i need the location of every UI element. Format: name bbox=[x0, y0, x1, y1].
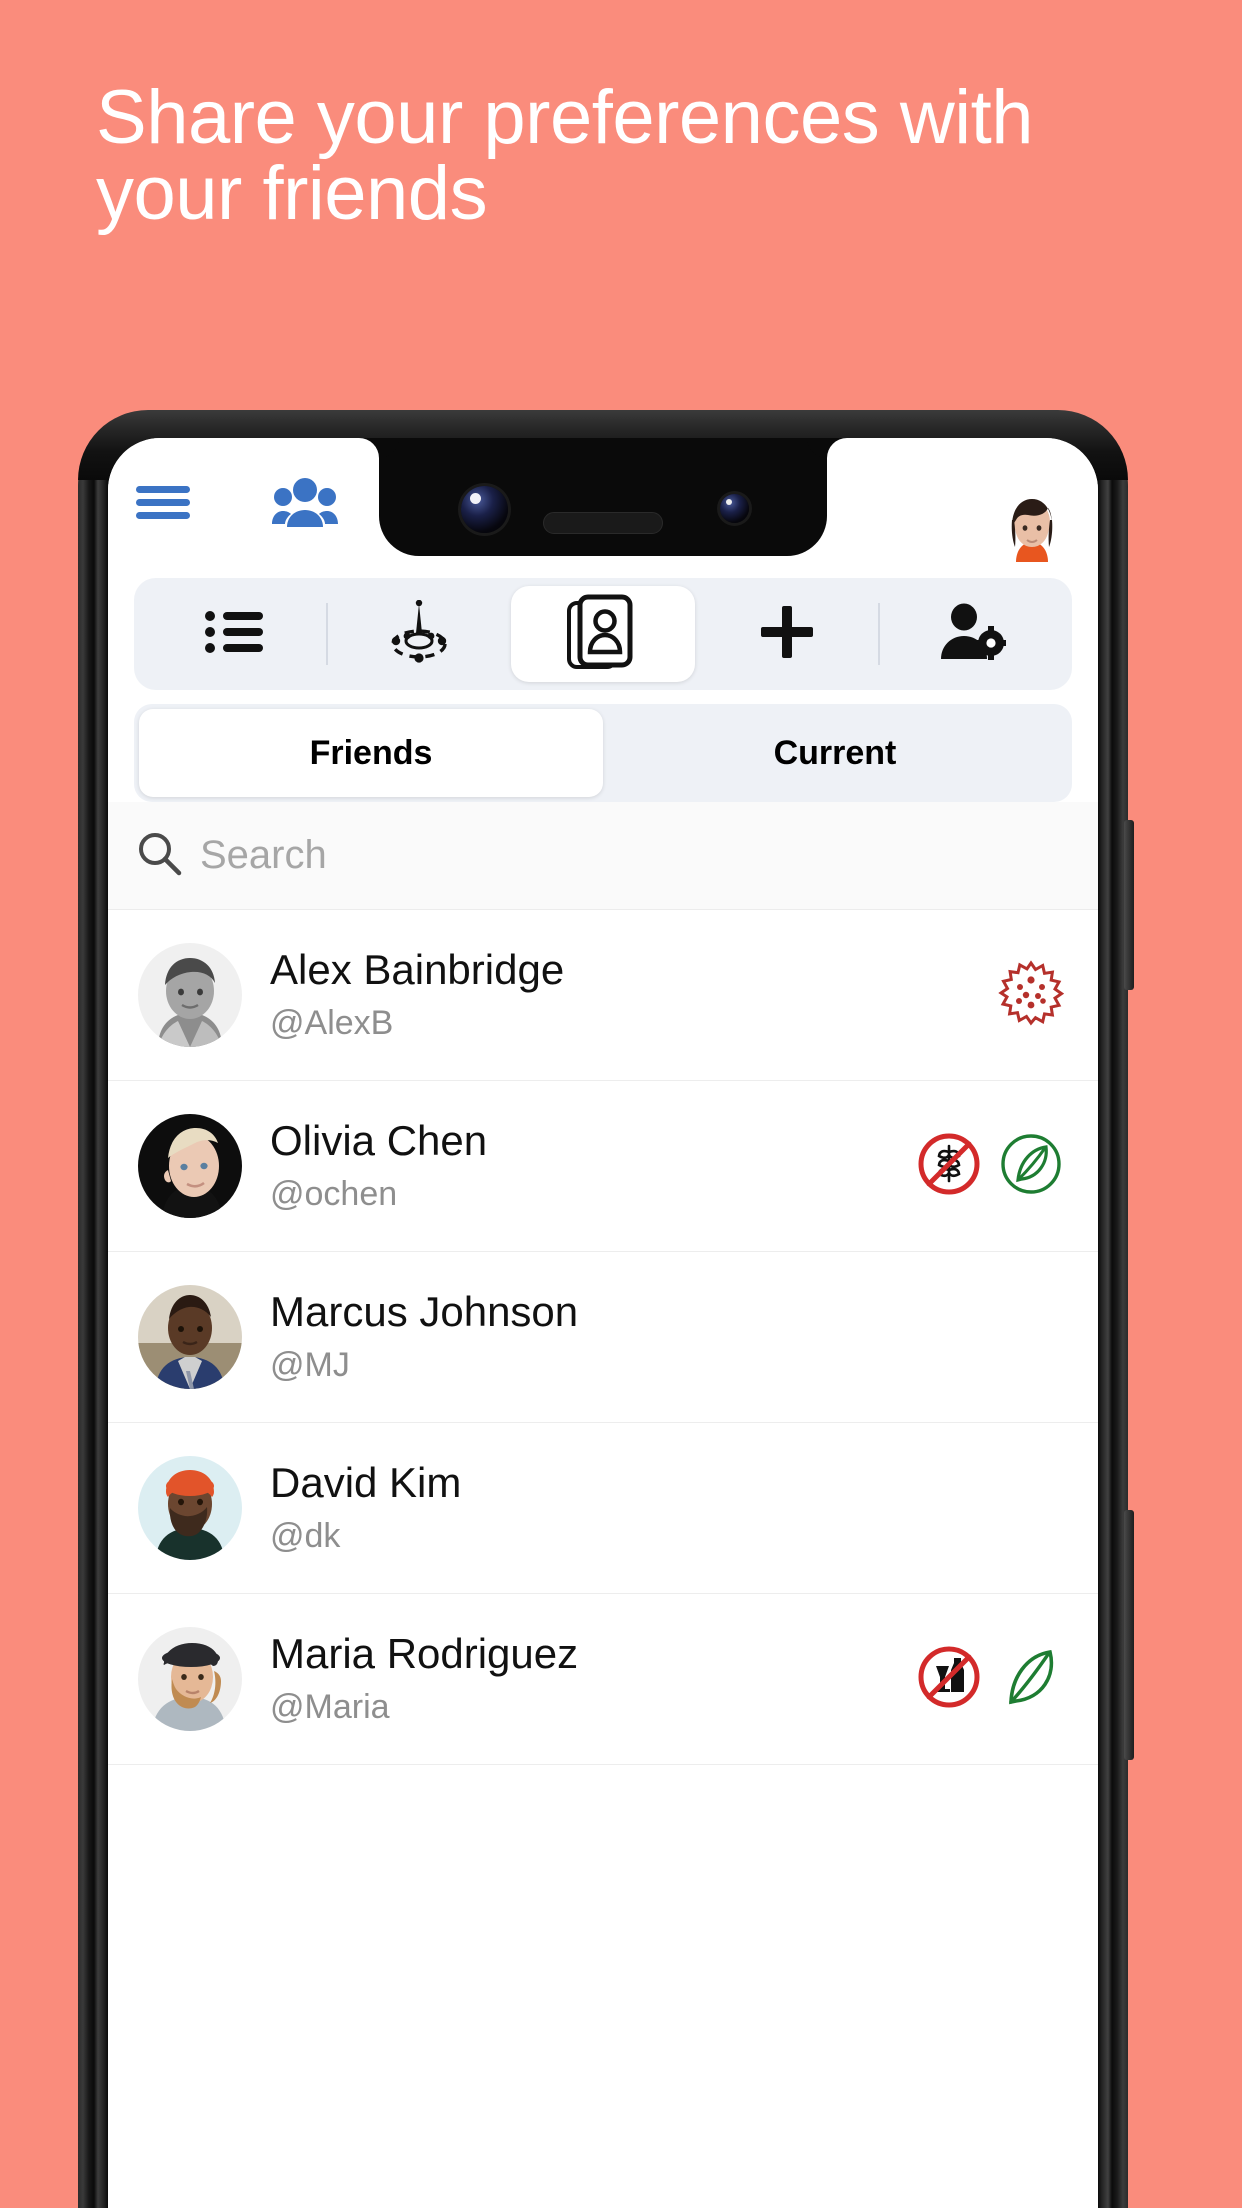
earpiece-speaker bbox=[543, 512, 663, 534]
power-button[interactable] bbox=[1124, 820, 1134, 990]
avatar bbox=[138, 1114, 242, 1218]
toolbar-item-contacts[interactable] bbox=[511, 586, 695, 682]
front-camera-icon bbox=[461, 486, 508, 533]
toolbar-item-manage-users[interactable] bbox=[880, 586, 1064, 682]
list-item[interactable]: Alex Bainbridge @AlexB bbox=[108, 910, 1098, 1081]
page-title: Share your preferences with your friends bbox=[96, 75, 1033, 236]
broadcast-network-icon bbox=[386, 599, 452, 669]
people-group-icon[interactable] bbox=[272, 477, 338, 529]
phone-screen: Friends Current Search Alex Bainbridge @… bbox=[108, 438, 1098, 2208]
friend-handle: @ochen bbox=[270, 1174, 398, 1213]
toolbar-item-list-view[interactable] bbox=[142, 586, 326, 682]
friend-handle: @Maria bbox=[270, 1687, 390, 1726]
friend-name: David Kim bbox=[270, 1459, 462, 1507]
list-item-text: Alex Bainbridge @AlexB bbox=[270, 945, 998, 1045]
icon-toolbar bbox=[134, 578, 1072, 690]
secondary-camera-icon bbox=[720, 494, 749, 523]
list-item[interactable]: Marcus Johnson @MJ bbox=[108, 1252, 1098, 1423]
avatar bbox=[138, 1627, 242, 1731]
friend-name: Alex Bainbridge bbox=[270, 946, 565, 994]
friends-list: Alex Bainbridge @AlexB Olivia Chen @oche… bbox=[108, 910, 1098, 1765]
friend-handle: @dk bbox=[270, 1516, 341, 1555]
tab-current[interactable]: Current bbox=[603, 709, 1067, 797]
preference-badges bbox=[916, 1131, 1072, 1202]
friend-handle: @MJ bbox=[270, 1345, 350, 1384]
friend-handle: @AlexB bbox=[270, 1003, 394, 1042]
list-item[interactable]: Olivia Chen @ochen bbox=[108, 1081, 1098, 1252]
list-item[interactable]: David Kim @dk bbox=[108, 1423, 1098, 1594]
segmented-tabs: Friends Current bbox=[134, 704, 1072, 802]
no-alcohol-icon[interactable] bbox=[916, 1644, 982, 1715]
vegetarian-leaf-circle-icon[interactable] bbox=[998, 1131, 1064, 1202]
preference-badges bbox=[998, 959, 1072, 1031]
search-bar[interactable] bbox=[108, 802, 1098, 910]
volume-button[interactable] bbox=[1124, 1510, 1134, 1760]
allergen-virus-icon[interactable] bbox=[998, 959, 1065, 1031]
vegan-leaf-icon[interactable] bbox=[998, 1644, 1064, 1715]
toolbar-item-add[interactable] bbox=[695, 586, 879, 682]
user-settings-icon bbox=[938, 603, 1009, 666]
list-item-text: David Kim @dk bbox=[270, 1458, 1064, 1558]
list-item[interactable]: Maria Rodriguez @Maria bbox=[108, 1594, 1098, 1765]
toolbar-container bbox=[108, 568, 1098, 690]
contact-card-icon bbox=[566, 592, 640, 677]
device-notch bbox=[379, 438, 827, 556]
avatar bbox=[138, 1456, 242, 1560]
phone-device-frame: Friends Current Search Alex Bainbridge @… bbox=[78, 410, 1134, 2208]
friend-name: Olivia Chen bbox=[270, 1117, 488, 1165]
plus-icon bbox=[759, 604, 815, 665]
no-gluten-icon[interactable] bbox=[916, 1131, 982, 1202]
list-item-text: Maria Rodriguez @Maria bbox=[270, 1629, 916, 1729]
preference-badges bbox=[916, 1644, 1072, 1715]
search-icon bbox=[136, 830, 182, 881]
friend-name: Marcus Johnson bbox=[270, 1288, 579, 1336]
tab-friends[interactable]: Friends bbox=[139, 709, 603, 797]
friend-name: Maria Rodriguez bbox=[270, 1630, 579, 1678]
tabs-container: Friends Current bbox=[108, 690, 1098, 802]
bulleted-list-icon bbox=[204, 609, 263, 660]
hamburger-menu-icon[interactable] bbox=[136, 483, 190, 523]
list-item-text: Marcus Johnson @MJ bbox=[270, 1287, 1064, 1387]
search-input[interactable] bbox=[200, 833, 1070, 878]
avatar bbox=[138, 1285, 242, 1389]
avatar[interactable] bbox=[994, 490, 1070, 566]
avatar bbox=[138, 943, 242, 1047]
list-item-text: Olivia Chen @ochen bbox=[270, 1116, 916, 1216]
toolbar-item-discover[interactable] bbox=[328, 586, 512, 682]
